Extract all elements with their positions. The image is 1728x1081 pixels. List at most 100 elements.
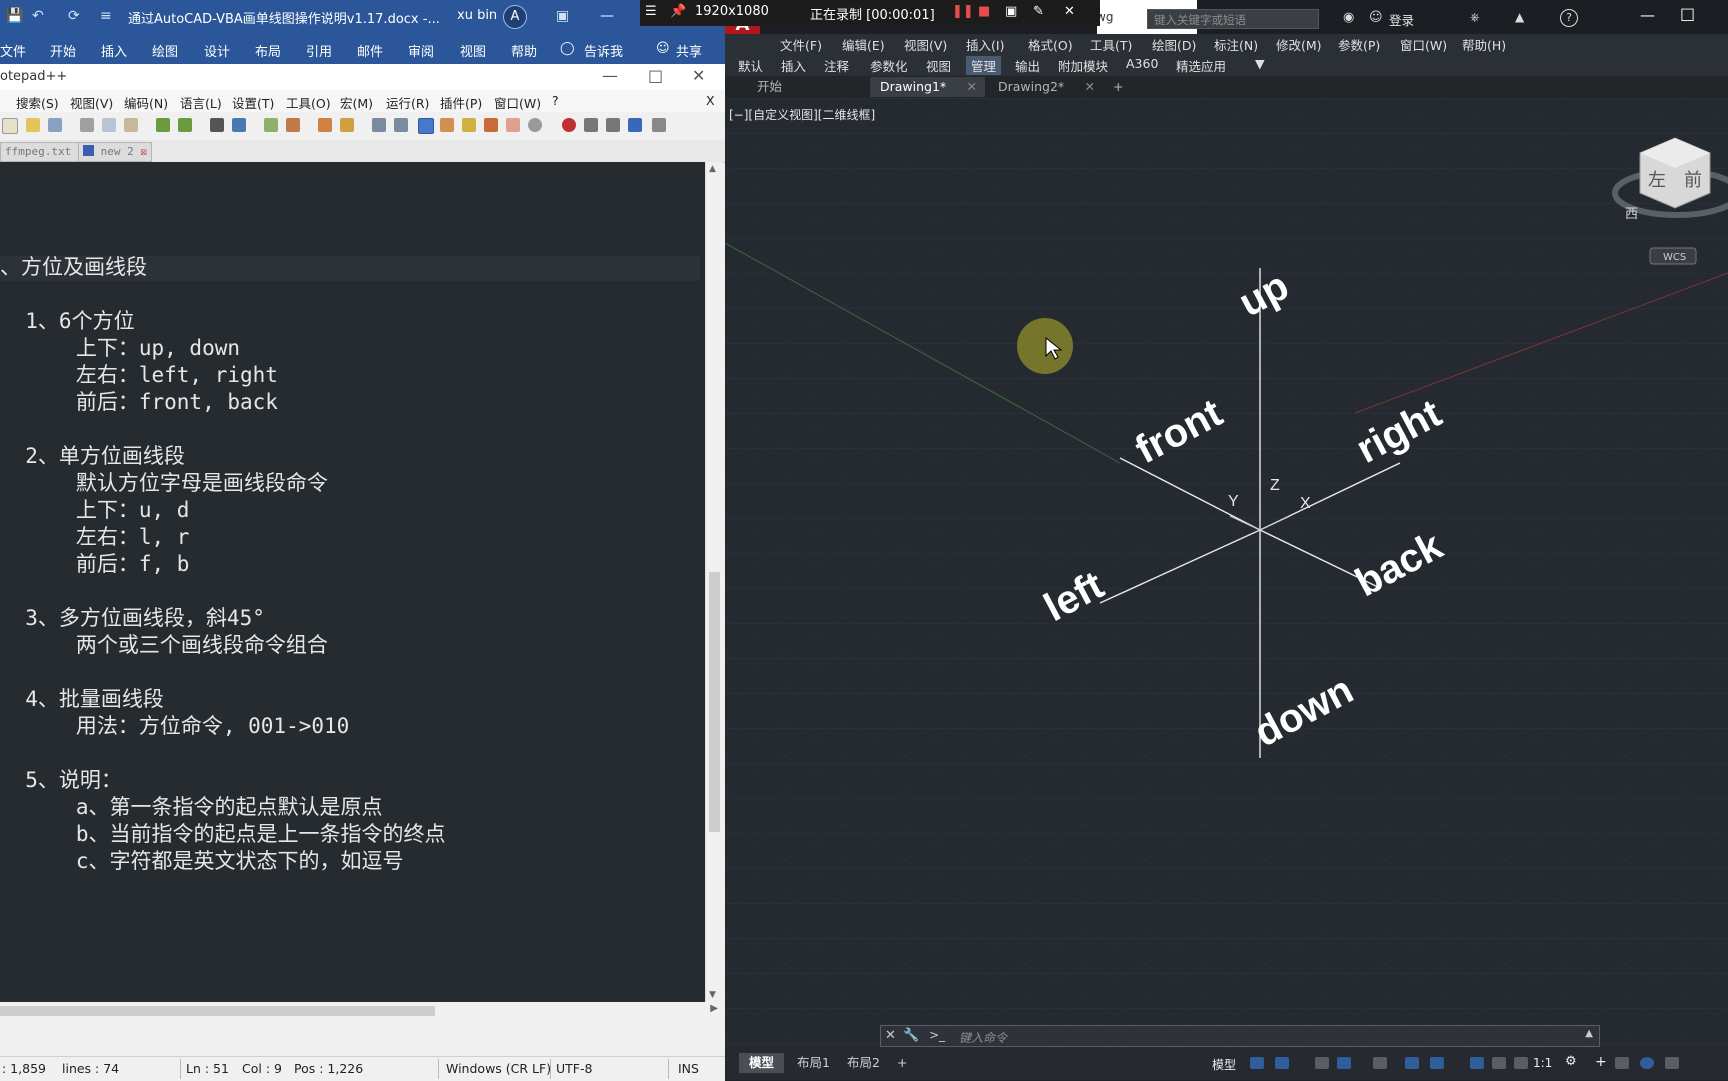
- menu-edit[interactable]: 编辑(E): [842, 35, 885, 54]
- editor-line[interactable]: c、字符都是英文状态下的，如逗号: [0, 848, 446, 875]
- stop-macro-icon[interactable]: [584, 118, 598, 132]
- tab-view[interactable]: 视图: [460, 41, 486, 60]
- tab-references[interactable]: 引用: [306, 41, 332, 60]
- grid-icon[interactable]: [1250, 1057, 1264, 1069]
- menu-language[interactable]: 语言(L): [180, 93, 222, 112]
- editor-line[interactable]: [0, 659, 446, 686]
- editor-line[interactable]: a、第一条指令的起点默认是原点: [0, 794, 446, 821]
- word-user-name[interactable]: xu bin: [457, 8, 497, 23]
- editor-line[interactable]: [0, 281, 446, 308]
- ribbon-tab-a360[interactable]: A360: [1126, 56, 1158, 71]
- autoscale-icon[interactable]: [1492, 1057, 1506, 1069]
- login-button[interactable]: 登录: [1389, 10, 1414, 29]
- tab-draw[interactable]: 绘图: [152, 41, 178, 60]
- hardware-acceleration-icon[interactable]: [1640, 1057, 1654, 1069]
- tab-layout[interactable]: 布局: [255, 41, 281, 60]
- polar-icon[interactable]: [1337, 1057, 1351, 1069]
- ortho-icon[interactable]: [1315, 1057, 1329, 1069]
- annotation-scale-icon[interactable]: [1514, 1057, 1528, 1069]
- word-wrap-icon[interactable]: [372, 118, 386, 132]
- menu-search[interactable]: 搜索(S): [16, 93, 59, 112]
- editor-line[interactable]: 前后：f, b: [0, 551, 446, 578]
- editor-line[interactable]: [0, 578, 446, 605]
- monitoring-icon[interactable]: [528, 118, 542, 132]
- menu-draw[interactable]: 绘图(D): [1152, 35, 1196, 54]
- close-document-button[interactable]: X: [706, 93, 715, 108]
- save-macro-icon[interactable]: [652, 118, 666, 132]
- menu-encoding[interactable]: 编码(N): [124, 93, 168, 112]
- menu-help[interactable]: ?: [552, 93, 559, 108]
- editor-line[interactable]: 前后：front, back: [0, 389, 446, 416]
- menu-run[interactable]: 运行(R): [386, 93, 429, 112]
- wcs-menu-label[interactable]: WCS: [1663, 252, 1686, 263]
- editor-content[interactable]: 、方位及画线段 1、6个方位 上下：up, down 左右：left, righ…: [0, 254, 446, 875]
- clean-screen-icon[interactable]: [1665, 1057, 1679, 1069]
- command-line[interactable]: ✕ 🔧 >_ 键入命令 ▲: [880, 1025, 1600, 1047]
- menu-dimension[interactable]: 标注(N): [1214, 35, 1258, 54]
- editor-line[interactable]: 2、单方位画线段: [0, 443, 446, 470]
- text-editor[interactable]: 、方位及画线段 1、6个方位 上下：up, down 左右：left, righ…: [0, 162, 705, 1002]
- pin-icon[interactable]: 📌: [670, 4, 686, 19]
- command-input[interactable]: 键入命令: [959, 1029, 1007, 1046]
- record-macro-icon[interactable]: [562, 118, 576, 132]
- gear-icon[interactable]: ⚙: [1565, 1054, 1577, 1069]
- maximize-icon[interactable]: □: [1680, 4, 1695, 23]
- tab-review[interactable]: 审阅: [408, 41, 434, 60]
- avatar[interactable]: A: [503, 5, 527, 29]
- sync-h-icon[interactable]: [340, 118, 354, 132]
- editor-line[interactable]: 4、批量画线段: [0, 686, 446, 713]
- menu-file[interactable]: 文件(F): [780, 35, 822, 54]
- cut-icon[interactable]: [80, 118, 94, 132]
- play-macro-icon[interactable]: [606, 118, 620, 132]
- recorder-menu-icon[interactable]: ☰: [645, 4, 657, 19]
- redo-icon[interactable]: ⟳: [68, 8, 80, 24]
- tab-new-2[interactable]: new 2 ☒: [78, 142, 152, 162]
- horizontal-scrollbar[interactable]: ▶: [0, 1002, 722, 1019]
- customize-qat-icon[interactable]: ≡: [100, 8, 112, 24]
- layout-tab-1[interactable]: 布局1: [787, 1053, 840, 1073]
- doc-tab-drawing2[interactable]: Drawing2* ✕: [988, 77, 1103, 97]
- menu-parametric[interactable]: 参数(P): [1338, 35, 1380, 54]
- osnap-icon[interactable]: [1430, 1057, 1444, 1069]
- menu-settings[interactable]: 设置(T): [232, 93, 274, 112]
- ribbon-display-icon[interactable]: ▣: [556, 8, 569, 24]
- minimize-icon[interactable]: —: [1640, 6, 1655, 24]
- print-icon[interactable]: [48, 118, 62, 132]
- function-list-icon[interactable]: [484, 118, 498, 132]
- ribbon-tab-manage[interactable]: 管理: [966, 56, 1002, 75]
- close-icon[interactable]: ✕: [1085, 77, 1095, 97]
- menu-view[interactable]: 视图(V): [70, 93, 113, 112]
- help-icon[interactable]: ?: [1560, 9, 1578, 27]
- pause-icon[interactable]: ❚❚: [952, 4, 974, 19]
- ribbon-tab-output[interactable]: 输出: [1015, 56, 1040, 75]
- drawing-viewport[interactable]: up front right left back down Z Y X 左 前 …: [725, 98, 1728, 1048]
- command-prompt-icon[interactable]: >_: [929, 1028, 945, 1042]
- editor-line[interactable]: 左右：left, right: [0, 362, 446, 389]
- editor-line[interactable]: 左右：l, r: [0, 524, 446, 551]
- close-icon[interactable]: ✕: [692, 66, 705, 85]
- isolate-objects-icon[interactable]: [1615, 1057, 1629, 1069]
- indent-guide-icon[interactable]: [418, 118, 434, 134]
- save-icon[interactable]: 💾: [6, 8, 23, 24]
- annotation-scale-value[interactable]: 1:1: [1533, 1056, 1552, 1070]
- menu-window[interactable]: 窗口(W): [1400, 35, 1447, 54]
- tab-ffmpeg[interactable]: ffmpeg.txt ☒: [0, 142, 90, 162]
- ribbon-tab-annotate[interactable]: 注释: [824, 56, 849, 75]
- tab-file[interactable]: 文件: [0, 41, 26, 60]
- scroll-up-icon[interactable]: ▲: [709, 164, 716, 174]
- plus-icon[interactable]: +: [1595, 1054, 1607, 1070]
- tab-home[interactable]: 开始: [50, 41, 76, 60]
- menu-tools[interactable]: 工具(O): [286, 93, 331, 112]
- menu-window[interactable]: 窗口(W): [494, 93, 541, 112]
- menu-macro[interactable]: 宏(M): [340, 93, 373, 112]
- camera-icon[interactable]: ▣: [1005, 4, 1017, 19]
- wrench-icon[interactable]: 🔧: [903, 1028, 919, 1043]
- close-icon[interactable]: ✕: [885, 1028, 896, 1043]
- pen-icon[interactable]: ✎: [1033, 4, 1044, 19]
- udl-icon[interactable]: [440, 118, 454, 132]
- search-input[interactable]: 键入关键字或短语: [1147, 9, 1319, 29]
- tab-mailings[interactable]: 邮件: [357, 41, 383, 60]
- viewcube-face-front[interactable]: 前: [1684, 170, 1702, 191]
- isodraft-icon[interactable]: [1373, 1057, 1387, 1069]
- layout-tab-model[interactable]: 模型: [739, 1053, 785, 1073]
